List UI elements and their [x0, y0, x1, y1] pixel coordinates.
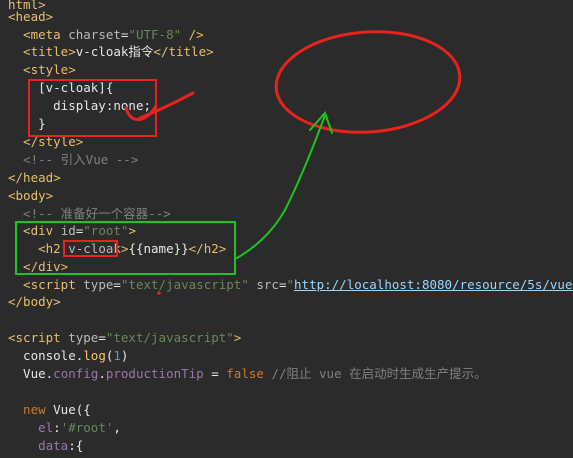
- code-token: data: [8, 438, 69, 453]
- code-token: <script: [8, 277, 84, 292]
- code-token: <!-- 引入Vue -->: [8, 152, 139, 167]
- code-token: <!-- 准备好一个容器-->: [8, 206, 171, 221]
- code-line: </body>: [8, 293, 61, 311]
- code-token: />: [181, 27, 204, 42]
- code-token: src: [248, 277, 279, 292]
- code-line: <body>: [8, 187, 53, 205]
- code-token: =: [113, 277, 121, 292]
- code-token: "text/javascript": [105, 330, 234, 345]
- code-token: "UTF-8": [128, 27, 182, 42]
- code-token: '#root': [60, 420, 114, 435]
- code-line: <script type="text/javascript">: [8, 329, 241, 347]
- code-token: <meta: [8, 27, 69, 42]
- code-line: <meta charset="UTF-8" />: [8, 26, 204, 44]
- code-token: =: [203, 366, 227, 381]
- green-annotation-box-div: [15, 221, 236, 275]
- code-line: </head>: [8, 169, 61, 187]
- code-line: <style>: [8, 61, 76, 79]
- code-line: <head>: [8, 8, 53, 26]
- code-token: <body>: [8, 188, 54, 203]
- code-line: <title>v-cloak指令</title>: [8, 43, 214, 61]
- code-line: el:'#root',: [8, 419, 121, 437]
- code-token: 1: [113, 348, 121, 363]
- code-token: :: [53, 420, 61, 435]
- code-token: productionTip: [105, 366, 204, 381]
- code-token: charset: [68, 27, 121, 42]
- code-line: data:{: [8, 437, 83, 455]
- code-token: <style>: [8, 62, 76, 77]
- code-token: ": [286, 277, 295, 292]
- code-token: ,: [113, 420, 121, 435]
- code-token: //阻止 vue 在启动时生成生产提示。: [263, 366, 487, 381]
- code-token: =: [98, 330, 106, 345]
- code-line: <script type="text/javascript" src="http…: [8, 276, 573, 294]
- code-token: el: [8, 420, 54, 435]
- code-token: Vue: [53, 402, 76, 417]
- code-token: </head>: [8, 170, 61, 185]
- code-token: console: [8, 348, 76, 363]
- code-token: ): [120, 348, 129, 363]
- code-line: <!-- 引入Vue -->: [8, 151, 138, 169]
- red-annotation-box-style: [28, 79, 157, 137]
- code-token: type: [68, 330, 99, 345]
- code-token: log: [83, 348, 106, 363]
- code-token: type: [83, 277, 114, 292]
- code-token: :{: [68, 438, 84, 453]
- code-editor[interactable]: html> <head> <meta charset="UTF-8" /> <ti…: [0, 0, 573, 458]
- code-token: config: [53, 366, 99, 381]
- code-token: http://localhost:8080/resource/5s/vue.js: [294, 277, 573, 292]
- code-token: <script: [8, 330, 69, 345]
- code-token: >: [233, 330, 242, 345]
- code-line: Vue.config.productionTip = false //阻止 vu…: [8, 365, 487, 383]
- code-line: console.log(1): [8, 347, 128, 365]
- code-token: "text/javascript": [120, 277, 249, 292]
- code-token: new: [8, 402, 54, 417]
- code-token: </title>: [153, 44, 214, 59]
- green-arrow-head: [309, 111, 333, 134]
- code-token: ({: [75, 402, 91, 417]
- code-token: .: [98, 366, 106, 381]
- green-arrow-annotation: [236, 114, 326, 259]
- code-token: <head>: [8, 9, 54, 24]
- red-circle-annotation: [274, 30, 462, 134]
- code-token: Vue: [8, 366, 46, 381]
- code-token: false: [226, 366, 264, 381]
- code-line: new Vue({: [8, 401, 91, 419]
- code-token: v-cloak指令: [75, 44, 154, 59]
- red-annotation-box-v-cloak: [63, 240, 118, 257]
- code-token: </body>: [8, 294, 61, 309]
- code-token: <title>: [8, 44, 76, 59]
